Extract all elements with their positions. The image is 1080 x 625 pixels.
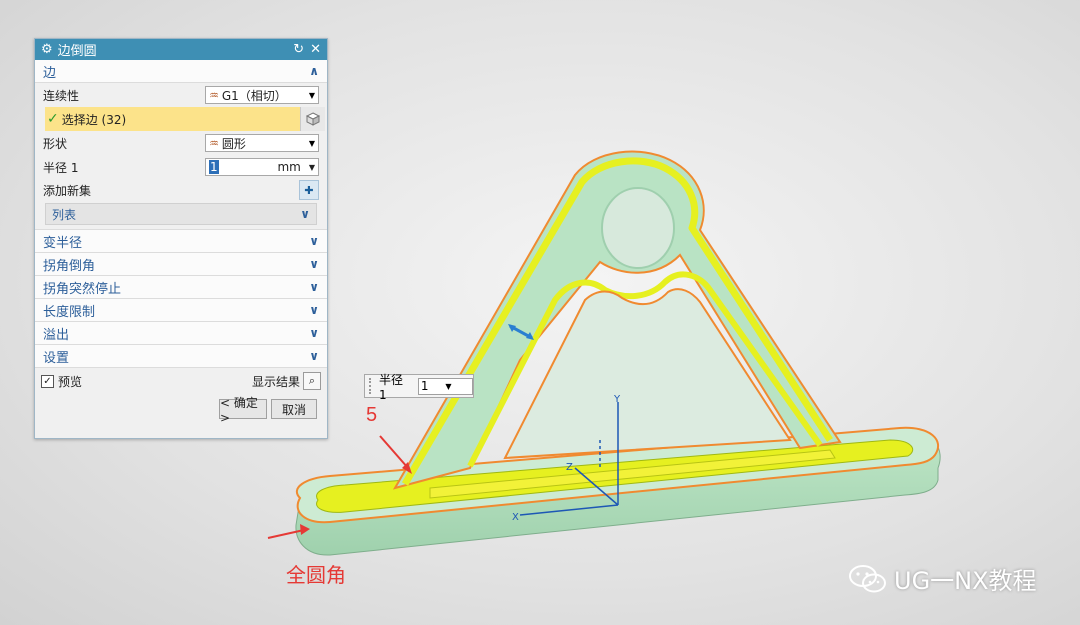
add-set-icon[interactable]: ✚ bbox=[299, 180, 319, 200]
radius-label: 半径 1 bbox=[43, 160, 79, 175]
watermark-text: UG一NX教程 bbox=[894, 567, 1037, 595]
chevron-down-icon[interactable]: ∨ bbox=[309, 280, 319, 294]
preview-label: 预览 bbox=[58, 374, 83, 389]
chevron-down-icon[interactable]: ∨ bbox=[300, 207, 310, 221]
radius-row: 半径 1 1 mm ▼ bbox=[35, 155, 327, 179]
section-variable-radius[interactable]: 变半径 ∨ bbox=[35, 229, 327, 253]
section-edge[interactable]: 边 ∧ bbox=[35, 60, 327, 83]
check-icon: ✓ bbox=[47, 111, 59, 127]
section-label: 溢出 bbox=[43, 327, 70, 343]
select-edge-row[interactable]: ✓ 选择边 (32) bbox=[45, 107, 325, 131]
preview-row: ✓ 预览 显示结果 ⌕ bbox=[35, 368, 327, 394]
dropdown-arrow-icon[interactable]: ▼ bbox=[309, 163, 315, 172]
shape-icon: ♒ bbox=[209, 136, 219, 150]
shape-value: 圆形 bbox=[221, 136, 246, 151]
ok-button[interactable]: < 确定 > bbox=[219, 396, 267, 425]
section-label: 设置 bbox=[43, 350, 70, 366]
grip-icon[interactable] bbox=[369, 378, 375, 394]
axis-z-label: Z bbox=[566, 462, 573, 473]
collapsed-sections: 变半径 ∨ 拐角倒角 ∨ 拐角突然停止 ∨ 长度限制 ∨ 溢出 ∨ 设置 ∨ bbox=[35, 229, 327, 368]
radius-value: 1 bbox=[209, 160, 219, 174]
show-result-label: 显示结果 bbox=[251, 374, 300, 389]
list-label: 列表 bbox=[52, 207, 77, 222]
chevron-down-icon[interactable]: ∨ bbox=[309, 326, 319, 340]
section-label: 长度限制 bbox=[43, 304, 96, 320]
dialog-buttons: < 确定 > 取消 bbox=[35, 394, 327, 425]
add-set-label: 添加新集 bbox=[43, 183, 92, 198]
chevron-down-icon[interactable]: ∨ bbox=[309, 257, 319, 271]
radius-on-screen-input: 半径 1 1 ▼ bbox=[364, 373, 474, 402]
add-set-row: 添加新集 ✚ bbox=[35, 179, 327, 201]
section-label: 变半径 bbox=[43, 235, 83, 251]
list-header[interactable]: 列表 ∨ bbox=[45, 203, 317, 225]
continuity-select[interactable]: ♒ G1（相切） ▼ bbox=[205, 86, 319, 104]
cube-select-icon[interactable] bbox=[300, 107, 325, 131]
select-edge-label: 选择边 (32) bbox=[61, 112, 127, 127]
close-icon[interactable]: ✕ bbox=[310, 42, 321, 57]
reset-icon[interactable]: ↻ bbox=[293, 42, 304, 57]
continuity-row: 连续性 ♒ G1（相切） ▼ bbox=[35, 83, 327, 107]
chevron-down-icon[interactable]: ∨ bbox=[309, 234, 319, 248]
annotation-full-round: 全圆角 bbox=[286, 565, 346, 587]
continuity-label: 连续性 bbox=[43, 88, 80, 103]
section-stop-short[interactable]: 拐角突然停止 ∨ bbox=[35, 276, 327, 299]
shape-row: 形状 ♒ 圆形 ▼ bbox=[35, 131, 327, 155]
dropdown-arrow-icon: ▼ bbox=[308, 138, 315, 148]
radius-unit: mm bbox=[277, 160, 301, 174]
axis-x-label: X bbox=[512, 512, 519, 523]
edge-blend-dialog: ⚙ 边倒圆 ↻ ✕ 边 ∧ 连续性 ♒ G1（相切） ▼ ✓ 选择边 (32) … bbox=[34, 38, 328, 439]
dialog-titlebar[interactable]: ⚙ 边倒圆 ↻ ✕ bbox=[35, 39, 327, 60]
dialog-title: 边倒圆 bbox=[57, 44, 97, 59]
wechat-icon bbox=[849, 564, 886, 592]
chevron-up-icon[interactable]: ∧ bbox=[309, 64, 319, 78]
watermark: UG一NX教程 bbox=[848, 561, 1037, 596]
annotation-number: 5 bbox=[366, 404, 378, 426]
dropdown-arrow-icon[interactable]: ▼ bbox=[445, 382, 470, 391]
section-edge-label: 边 bbox=[43, 65, 57, 81]
section-label: 拐角倒角 bbox=[43, 258, 96, 274]
continuity-icon: ♒ bbox=[209, 88, 219, 102]
mounting-hole bbox=[601, 187, 675, 269]
cancel-button[interactable]: 取消 bbox=[271, 399, 317, 419]
popup-radius-label: 半径 1 bbox=[378, 372, 403, 402]
axis-y-label: Y bbox=[613, 394, 621, 405]
section-overflow[interactable]: 溢出 ∨ bbox=[35, 322, 327, 345]
continuity-value: G1（相切） bbox=[221, 88, 287, 103]
shape-select[interactable]: ♒ 圆形 ▼ bbox=[205, 134, 319, 152]
section-corner-setback[interactable]: 拐角倒角 ∨ bbox=[35, 253, 327, 276]
chevron-down-icon[interactable]: ∨ bbox=[309, 349, 319, 363]
section-label: 拐角突然停止 bbox=[43, 281, 122, 297]
popup-radius-field[interactable]: 1 ▼ bbox=[417, 377, 473, 395]
magnifier-icon[interactable]: ⌕ bbox=[303, 372, 321, 390]
dropdown-arrow-icon: ▼ bbox=[308, 90, 315, 100]
section-settings[interactable]: 设置 ∨ bbox=[35, 345, 327, 368]
radius-input[interactable]: 1 mm ▼ bbox=[205, 158, 319, 176]
popup-radius-value: 1 bbox=[420, 379, 429, 393]
gear-icon[interactable]: ⚙ bbox=[41, 42, 53, 57]
section-length-limit[interactable]: 长度限制 ∨ bbox=[35, 299, 327, 322]
chevron-down-icon[interactable]: ∨ bbox=[309, 303, 319, 317]
preview-checkbox[interactable]: ✓ bbox=[41, 374, 54, 388]
shape-label: 形状 bbox=[43, 136, 68, 151]
